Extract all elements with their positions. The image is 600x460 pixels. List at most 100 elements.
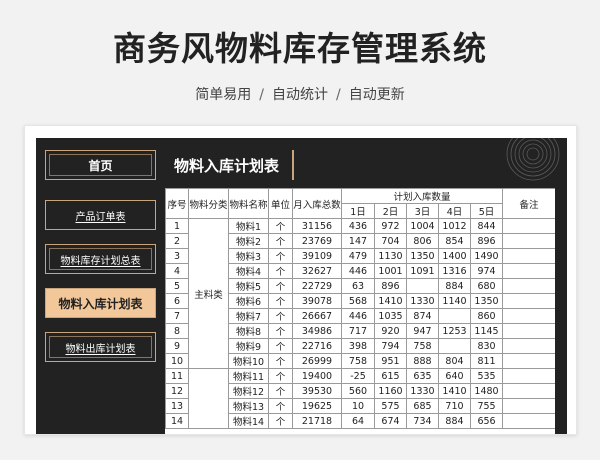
row-day3: 888 (406, 353, 439, 369)
row-day3: 734 (406, 413, 439, 429)
row-day5: 656 (469, 413, 504, 429)
subtitle-separator: / (336, 87, 341, 103)
header-seq: 序号 (165, 188, 189, 219)
row-seq: 8 (165, 323, 189, 339)
app-panel: 首页 产品订单表 物料库存计划总表 物料入库计划表 物料出库计划表 物料入库计划… (36, 138, 567, 434)
row-unit: 个 (268, 308, 293, 324)
row-seq: 13 (165, 398, 189, 414)
row-unit: 个 (268, 368, 293, 384)
row-monthly-total: 32627 (292, 263, 342, 279)
row-day1: 479 (341, 248, 375, 264)
page-subtitle: 简单易用 / 自动统计 / 自动更新 (0, 84, 600, 104)
row-remark (502, 308, 555, 324)
row-day5: 1480 (469, 383, 504, 399)
row-category: 主料类 (188, 218, 229, 369)
subtitle-separator: / (259, 87, 264, 103)
row-unit: 个 (268, 293, 293, 309)
row-day1: 446 (341, 308, 375, 324)
row-unit: 个 (268, 353, 293, 369)
nav-outbound-plan[interactable]: 物料出库计划表 (45, 332, 156, 362)
row-seq: 4 (165, 263, 189, 279)
row-day4 (438, 308, 471, 324)
row-day4: 1253 (438, 323, 471, 339)
row-day3 (406, 278, 439, 294)
row-day1: 147 (341, 233, 375, 249)
row-day4: 884 (438, 278, 471, 294)
row-day4: 1410 (438, 383, 471, 399)
row-day3: 1330 (406, 293, 439, 309)
row-unit: 个 (268, 218, 293, 234)
row-day3: 1330 (406, 383, 439, 399)
row-remark (502, 323, 555, 339)
nav-inbound-plan[interactable]: 物料入库计划表 (45, 288, 156, 318)
spreadsheet-preview: 首页 产品订单表 物料库存计划总表 物料入库计划表 物料出库计划表 物料入库计划… (24, 125, 577, 435)
row-day2: 575 (374, 398, 407, 414)
row-day4: 1140 (438, 293, 471, 309)
row-day2: 972 (374, 218, 407, 234)
row-day1: 63 (341, 278, 375, 294)
row-seq: 12 (165, 383, 189, 399)
row-monthly-total: 26667 (292, 308, 342, 324)
row-remark (502, 293, 555, 309)
section-title: 物料入库计划表 (166, 150, 294, 180)
row-material-name: 物料9 (228, 338, 269, 354)
header-planned-quantity: 计划入库数量 (340, 188, 504, 204)
row-day5: 844 (469, 218, 504, 234)
row-day5: 535 (469, 368, 504, 384)
row-remark (502, 278, 555, 294)
row-monthly-total: 19625 (292, 398, 342, 414)
concentric-circles-icon (506, 138, 560, 181)
inbound-plan-table-container: 序号 物料分类 物料名称 单位 月入库总数 计划入库数量 备注 1日 2日 3日… (165, 188, 555, 434)
row-remark (502, 233, 555, 249)
row-category (188, 368, 229, 429)
row-day3: 874 (406, 308, 439, 324)
row-seq: 3 (165, 248, 189, 264)
row-monthly-total: 39109 (292, 248, 342, 264)
header-day: 3日 (406, 203, 439, 219)
row-day1: -25 (341, 368, 375, 384)
nav-product-orders[interactable]: 产品订单表 (45, 200, 156, 230)
row-monthly-total: 23769 (292, 233, 342, 249)
row-day5: 860 (469, 308, 504, 324)
nav-inventory-plan-summary[interactable]: 物料库存计划总表 (45, 244, 156, 274)
row-seq: 10 (165, 353, 189, 369)
row-unit: 个 (268, 233, 293, 249)
row-seq: 7 (165, 308, 189, 324)
row-remark (502, 413, 555, 429)
row-remark (502, 368, 555, 384)
row-remark (502, 218, 555, 234)
header-material-name: 物料名称 (228, 188, 269, 219)
row-seq: 2 (165, 233, 189, 249)
row-day2: 1130 (374, 248, 407, 264)
row-day3: 1091 (406, 263, 439, 279)
row-day4 (438, 338, 471, 354)
row-material-name: 物料10 (228, 353, 269, 369)
row-day1: 398 (341, 338, 375, 354)
row-remark (502, 353, 555, 369)
row-day1: 758 (341, 353, 375, 369)
row-material-name: 物料4 (228, 263, 269, 279)
subtitle-item: 自动统计 (272, 87, 328, 103)
row-day4: 1316 (438, 263, 471, 279)
row-day5: 974 (469, 263, 504, 279)
row-material-name: 物料7 (228, 308, 269, 324)
row-material-name: 物料11 (228, 368, 269, 384)
row-day5: 755 (469, 398, 504, 414)
row-material-name: 物料8 (228, 323, 269, 339)
row-material-name: 物料12 (228, 383, 269, 399)
row-day5: 1145 (469, 323, 504, 339)
row-day5: 680 (469, 278, 504, 294)
row-seq: 11 (165, 368, 189, 384)
row-day1: 560 (341, 383, 375, 399)
header-unit: 单位 (268, 188, 293, 219)
row-day4: 804 (438, 353, 471, 369)
row-monthly-total: 39078 (292, 293, 342, 309)
row-day5: 896 (469, 233, 504, 249)
row-unit: 个 (268, 248, 293, 264)
row-day3: 806 (406, 233, 439, 249)
row-day1: 10 (341, 398, 375, 414)
nav-home-button[interactable]: 首页 (45, 150, 156, 180)
row-day5: 830 (469, 338, 504, 354)
row-unit: 个 (268, 338, 293, 354)
row-seq: 1 (165, 218, 189, 234)
